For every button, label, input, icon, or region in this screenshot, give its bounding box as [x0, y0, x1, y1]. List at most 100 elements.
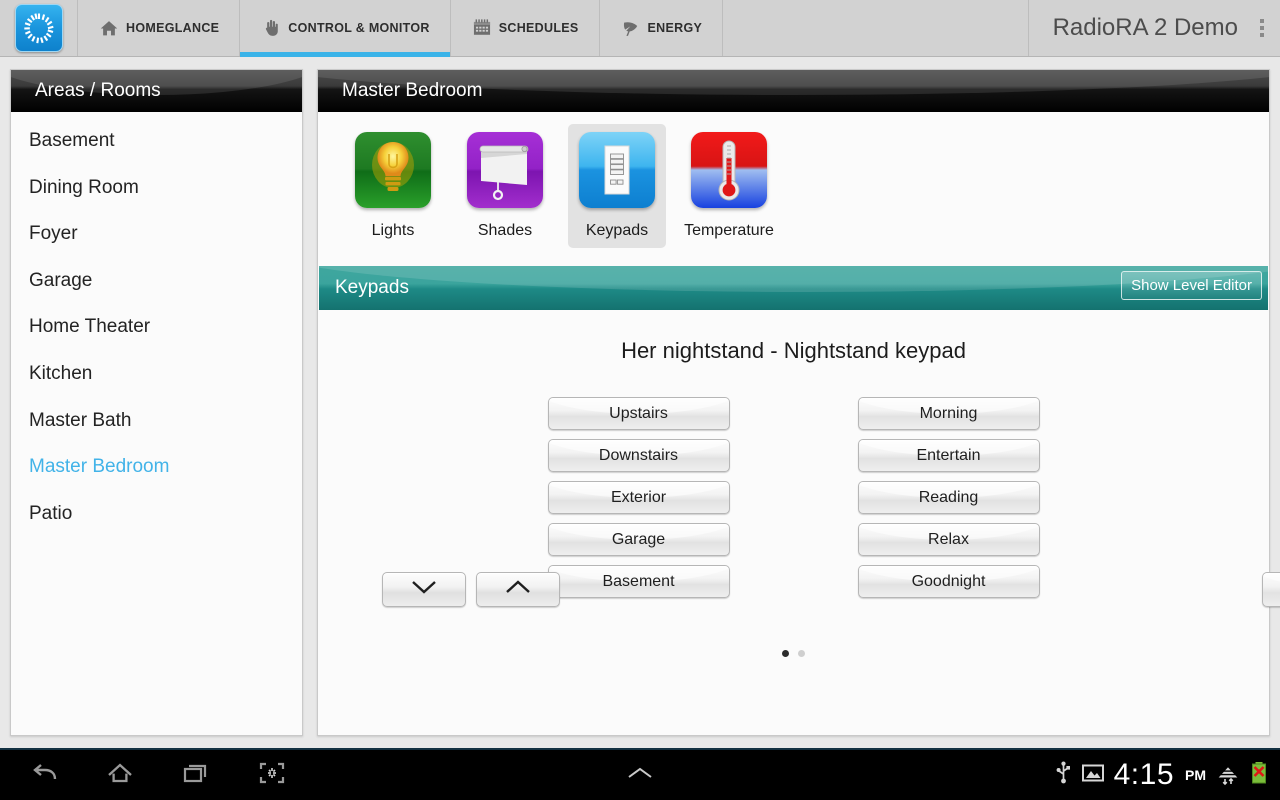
room-detail-panel: Master Bedroom Lights Shades Keypads Tem… — [317, 69, 1280, 736]
recent-apps-button[interactable] — [174, 755, 218, 795]
raise-button[interactable] — [476, 572, 560, 607]
usb-icon — [1055, 760, 1072, 791]
tab-homeglance[interactable]: HOMEGLANCE — [77, 0, 241, 56]
screenshot-button[interactable] — [250, 755, 294, 795]
button-label: Basement — [602, 572, 675, 590]
lower-button[interactable] — [382, 572, 466, 607]
top-navigation-bar: HOMEGLANCE CONTROL & MONITOR SCHEDULES E… — [0, 0, 1280, 57]
page-dot-2[interactable] — [798, 650, 805, 657]
chevron-down-icon — [409, 578, 439, 601]
keypad-button-relax[interactable]: Relax — [857, 523, 1040, 556]
content-area: Areas / Rooms Basement Dining Room Foyer… — [0, 57, 1280, 748]
screenshot-icon — [257, 760, 287, 791]
calendar-icon — [471, 17, 493, 39]
chevron-up-icon — [503, 578, 533, 601]
android-system-bar: 4:15 PM — [0, 748, 1280, 800]
keypads-section-header: Keypads Show Level Editor — [319, 266, 1268, 310]
keypad-button-grid: Upstairs Downstairs Exterior Garage Base… — [318, 397, 1269, 598]
sidebar-item-patio[interactable]: Patio — [11, 491, 302, 538]
keypad-button-column-left: Upstairs Downstairs Exterior Garage Base… — [547, 397, 730, 598]
sidebar-item-basement[interactable]: Basement — [11, 118, 302, 165]
app-logo-container — [0, 0, 77, 56]
device-tab-shades[interactable]: Shades — [456, 124, 554, 248]
page-indicator — [318, 650, 1269, 657]
button-label: Garage — [611, 530, 666, 548]
home-button[interactable] — [98, 755, 142, 795]
app-root: HOMEGLANCE CONTROL & MONITOR SCHEDULES E… — [0, 0, 1280, 800]
button-label: Downstairs — [598, 446, 679, 464]
keypad-icon — [579, 132, 655, 208]
keypad-button-reading[interactable]: Reading — [857, 481, 1040, 514]
sidebar-item-home-theater[interactable]: Home Theater — [11, 304, 302, 351]
shade-icon — [467, 132, 543, 208]
battery-error-icon — [1250, 760, 1268, 791]
leaf-icon — [620, 17, 642, 39]
tab-schedules[interactable]: SCHEDULES — [451, 0, 600, 56]
keypad-bottom-controls: On Off — [318, 572, 1280, 607]
keypad-name-label: Her nightstand - Nightstand keypad — [621, 338, 966, 363]
on-button[interactable]: On — [1262, 572, 1280, 607]
status-icons: 4:15 PM — [1055, 758, 1280, 792]
keypad-control-area: Her nightstand - Nightstand keypad Upsta… — [318, 310, 1280, 735]
sidebar-item-foyer[interactable]: Foyer — [11, 211, 302, 258]
back-arrow-icon — [29, 760, 59, 791]
keypad-button-upstairs[interactable]: Upstairs — [547, 397, 730, 430]
button-label: Goodnight — [911, 572, 986, 590]
button-label: Reading — [918, 488, 979, 506]
room-header: Master Bedroom — [318, 70, 1269, 112]
page-title: RadioRA 2 Demo — [1052, 14, 1238, 41]
keypad-button-garage[interactable]: Garage — [547, 523, 730, 556]
device-label: Temperature — [684, 222, 774, 239]
tab-label: HOMEGLANCE — [126, 21, 220, 35]
expand-system-bar-button[interactable] — [618, 755, 662, 795]
device-type-selector: Lights Shades Keypads Temperature — [318, 112, 1269, 254]
image-icon — [1081, 762, 1105, 789]
room-title: Master Bedroom — [342, 80, 483, 101]
tab-control-and-monitor[interactable]: CONTROL & MONITOR — [240, 0, 451, 57]
sidebar-item-garage[interactable]: Garage — [11, 258, 302, 305]
section-title: Keypads — [335, 277, 409, 298]
android-nav-buttons — [0, 755, 294, 795]
wifi-icon — [1215, 760, 1241, 791]
show-level-editor-button[interactable]: Show Level Editor — [1121, 271, 1262, 300]
clock-meridiem: PM — [1185, 767, 1206, 783]
sidebar-item-master-bath[interactable]: Master Bath — [11, 398, 302, 445]
sidebar-item-dining-room[interactable]: Dining Room — [11, 165, 302, 212]
tab-label: SCHEDULES — [498, 21, 579, 35]
device-label: Keypads — [585, 222, 649, 239]
areas-rooms-title: Areas / Rooms — [35, 80, 161, 101]
tab-label: ENERGY — [647, 21, 703, 35]
recent-apps-icon — [181, 760, 211, 791]
keypad-button-exterior[interactable]: Exterior — [547, 481, 730, 514]
keypad-button-downstairs[interactable]: Downstairs — [547, 439, 730, 472]
button-label: Morning — [919, 404, 978, 422]
home-icon — [105, 760, 135, 791]
button-label: Entertain — [916, 446, 981, 464]
tab-energy[interactable]: ENERGY — [600, 0, 724, 56]
kebab-menu-icon[interactable] — [1252, 0, 1280, 56]
lightbulb-icon — [355, 132, 431, 208]
lutron-sunburst-icon[interactable] — [14, 4, 63, 52]
house-icon — [98, 17, 120, 39]
button-label: Relax — [928, 530, 969, 548]
device-tab-keypads[interactable]: Keypads — [568, 124, 666, 248]
tab-label: CONTROL & MONITOR — [288, 21, 430, 35]
device-tab-lights[interactable]: Lights — [344, 124, 442, 248]
sidebar-item-master-bedroom[interactable]: Master Bedroom — [11, 444, 302, 491]
chevron-up-icon — [623, 764, 657, 787]
sidebar-item-kitchen[interactable]: Kitchen — [11, 351, 302, 398]
areas-rooms-header: Areas / Rooms — [11, 70, 302, 112]
thermometer-icon — [691, 132, 767, 208]
keypad-button-column-right: Morning Entertain Reading Relax Goodnigh… — [857, 397, 1040, 598]
main-tabs: HOMEGLANCE CONTROL & MONITOR SCHEDULES E… — [77, 0, 1029, 57]
device-label: Shades — [477, 222, 533, 239]
page-dot-1[interactable] — [782, 650, 789, 657]
hand-icon — [260, 17, 282, 39]
back-button[interactable] — [22, 755, 66, 795]
keypad-button-morning[interactable]: Morning — [857, 397, 1040, 430]
room-list: Basement Dining Room Foyer Garage Home T… — [11, 112, 302, 537]
clock-time: 4:15 — [1113, 758, 1174, 791]
device-tab-temperature[interactable]: Temperature — [680, 124, 778, 248]
raise-lower-group — [382, 572, 560, 607]
keypad-button-entertain[interactable]: Entertain — [857, 439, 1040, 472]
